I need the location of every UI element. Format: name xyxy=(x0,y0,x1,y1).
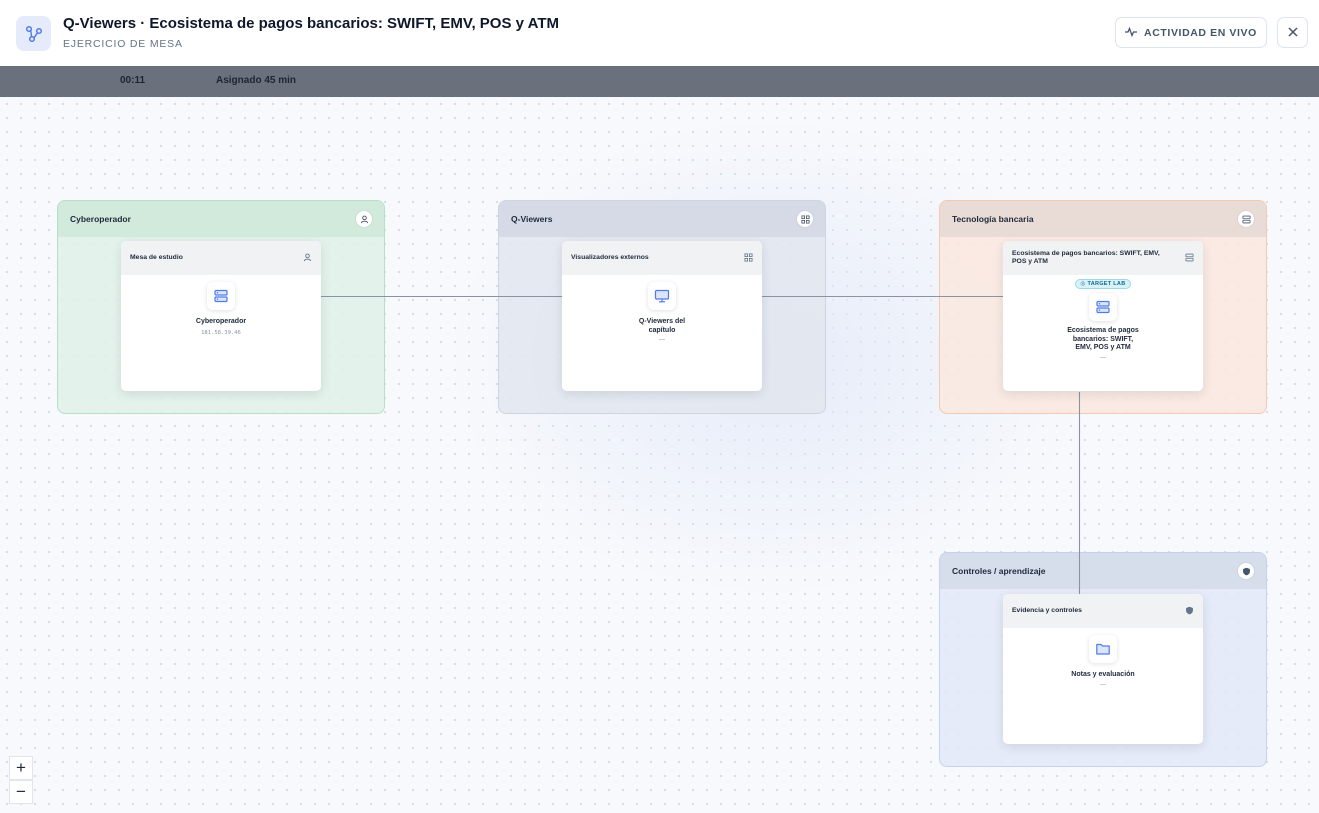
node-visualizadores-externos[interactable]: Visualizadores externos Q-Viewers del ca… xyxy=(562,241,762,391)
node-label: Notas y evaluación xyxy=(1071,671,1135,678)
node-status: — xyxy=(1100,354,1106,361)
zoom-in-button[interactable]: + xyxy=(9,756,33,780)
node-title: Ecosistema de pagos bancarios: SWIFT, EM… xyxy=(1012,249,1160,266)
target-lab-badge: ◎ TARGET LAB xyxy=(1074,279,1132,289)
network-icon xyxy=(16,16,51,51)
node-label: Ecosistema de pagos bancarios: SWIFT, EM… xyxy=(1067,327,1139,351)
page-subtitle: EJERCICIO DE MESA xyxy=(63,38,183,50)
node-label: Q-Viewers del capítulo xyxy=(638,318,686,334)
diagram-canvas[interactable]: Cyberoperador Q-Viewers Tecnología banca… xyxy=(0,97,1319,813)
node-title: Mesa de estudio xyxy=(130,253,183,261)
live-activity-label: ACTIVIDAD EN VIVO xyxy=(1144,26,1257,39)
node-evidencia-y-controles[interactable]: Evidencia y controles Notas y evaluación… xyxy=(1003,594,1203,744)
elapsed-timer: 00:11 xyxy=(120,75,146,86)
folder-icon xyxy=(1089,635,1117,663)
live-activity-button[interactable]: ACTIVIDAD EN VIVO xyxy=(1115,17,1267,48)
node-status: — xyxy=(659,337,665,343)
node-title: Visualizadores externos xyxy=(571,253,649,261)
zoom-out-button[interactable]: − xyxy=(9,780,33,804)
server-icon xyxy=(207,282,235,310)
assigned-time: Asignado 45 min xyxy=(216,75,297,86)
server-icon xyxy=(1185,249,1194,267)
node-mesa-de-estudio[interactable]: Mesa de estudio Cyberoperador 181.58.39.… xyxy=(121,241,321,391)
node-status: — xyxy=(1100,681,1106,688)
server-icon xyxy=(1089,293,1117,321)
close-button[interactable] xyxy=(1277,17,1308,48)
monitor-icon xyxy=(648,282,676,310)
node-title: Evidencia y controles xyxy=(1012,606,1082,614)
shield-icon xyxy=(1185,602,1194,620)
grid-icon xyxy=(744,249,753,267)
node-label: Cyberoperador xyxy=(195,318,247,325)
page-title: Q-Viewers · Ecosistema de pagos bancario… xyxy=(63,15,559,32)
timer-bar: 00:11 Asignado 45 min xyxy=(0,66,1319,97)
close-icon xyxy=(1287,24,1298,42)
user-icon xyxy=(303,249,312,267)
node-ecosistema-pagos[interactable]: Ecosistema de pagos bancarios: SWIFT, EM… xyxy=(1003,241,1203,391)
header: Q-Viewers · Ecosistema de pagos bancario… xyxy=(0,0,1319,66)
node-ip-address: 181.58.39.46 xyxy=(201,329,241,336)
activity-icon xyxy=(1125,24,1138,42)
